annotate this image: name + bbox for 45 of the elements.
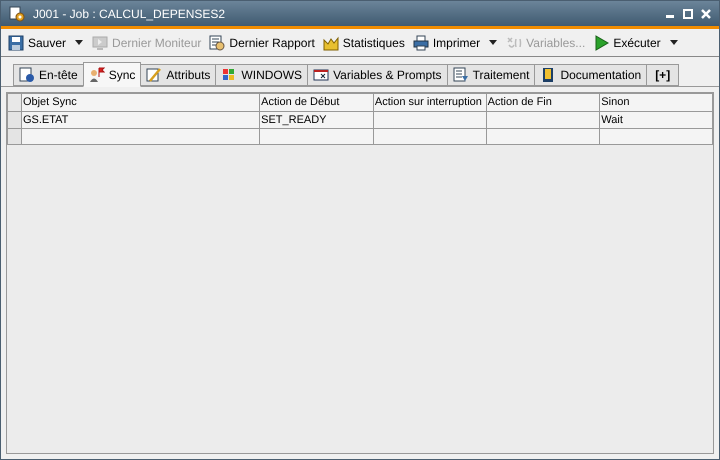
person-flag-icon xyxy=(88,66,105,82)
printer-icon xyxy=(412,34,429,50)
tab[interactable]: Attributs xyxy=(140,64,216,86)
table-cell[interactable]: GS.ETAT xyxy=(21,111,260,128)
column-header[interactable]: Objet Sync xyxy=(21,94,260,111)
toolbar-button[interactable]: Imprimer xyxy=(410,30,484,54)
column-header[interactable]: Action de Début xyxy=(260,94,374,111)
table-cell[interactable] xyxy=(373,111,486,128)
document-pencil-icon xyxy=(146,67,162,83)
toolbar-button[interactable]: Sauver xyxy=(5,30,70,54)
tab[interactable]: Variables & Prompts xyxy=(307,64,448,86)
play-icon xyxy=(593,34,610,50)
column-header[interactable]: Action sur interruption xyxy=(373,94,486,111)
tab[interactable]: Documentation xyxy=(534,64,648,86)
tab[interactable]: Traitement xyxy=(446,64,536,86)
tab[interactable]: Sync xyxy=(82,62,142,87)
close-icon[interactable] xyxy=(701,8,711,18)
toolbar-button[interactable]: Statistiques xyxy=(320,30,408,54)
column-header[interactable]: Action de Fin xyxy=(486,94,600,111)
toolbar-button[interactable]: Dernier Rapport xyxy=(206,30,318,54)
toolbar-button[interactable]: Exécuter xyxy=(590,30,664,54)
tab[interactable]: [+] xyxy=(646,64,680,86)
table-cell[interactable] xyxy=(486,128,600,144)
tab[interactable]: En-tête xyxy=(13,64,84,86)
monitor-icon xyxy=(92,34,108,50)
maximize-icon[interactable] xyxy=(683,8,693,18)
table-cell[interactable]: Wait xyxy=(600,111,712,128)
dropdown-caret-icon[interactable] xyxy=(489,40,498,45)
table-cell[interactable] xyxy=(600,128,712,144)
table-cell[interactable] xyxy=(21,128,260,144)
table-cell[interactable]: SET_READY xyxy=(260,111,374,128)
document-arrow-icon xyxy=(452,67,469,83)
document-info-icon xyxy=(19,67,35,83)
window-title: J001 - Job : CALCUL_DEPENSES2 xyxy=(33,6,226,22)
dropdown-caret-icon[interactable] xyxy=(670,40,678,45)
table-cell[interactable] xyxy=(373,128,486,144)
variables-icon xyxy=(506,34,522,50)
tab[interactable]: WINDOWS xyxy=(215,64,308,86)
row-header[interactable] xyxy=(8,111,22,128)
dropdown-caret-icon[interactable] xyxy=(75,40,84,45)
table-cell[interactable] xyxy=(486,111,600,128)
row-header[interactable] xyxy=(8,128,22,144)
column-header[interactable]: Sinon xyxy=(600,94,712,111)
window-variables-icon xyxy=(313,67,330,83)
table-cell[interactable] xyxy=(260,128,374,144)
